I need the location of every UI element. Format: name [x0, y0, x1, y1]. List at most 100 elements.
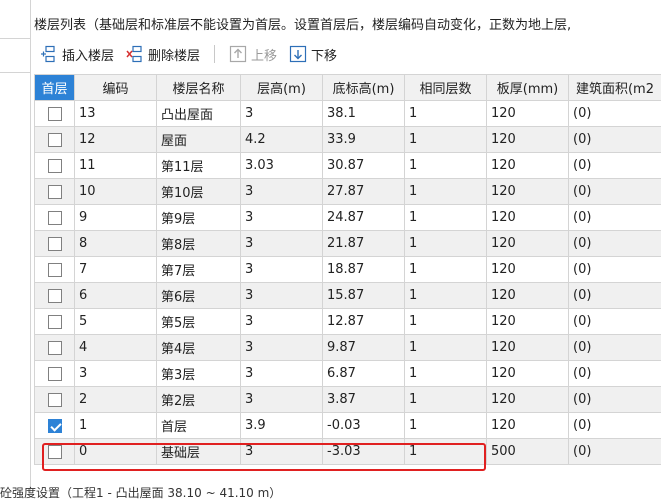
insert-floor-button[interactable]: 插入楼层: [34, 42, 120, 66]
building-area-cell[interactable]: (0): [569, 361, 661, 387]
floor-name-cell[interactable]: 第10层: [157, 179, 241, 205]
floor-name-cell[interactable]: 第4层: [157, 335, 241, 361]
first-floor-checkbox[interactable]: [48, 107, 62, 121]
floor-height-cell[interactable]: 4.2: [241, 127, 323, 153]
column-header-floor-height[interactable]: 层高(m): [241, 75, 323, 101]
floor-name-cell[interactable]: 第7层: [157, 257, 241, 283]
table-row[interactable]: 13凸出屋面338.11120(0): [35, 101, 661, 127]
same-floor-count-cell[interactable]: 1: [405, 283, 487, 309]
slab-thickness-cell[interactable]: 120: [487, 231, 569, 257]
column-header-code[interactable]: 编码: [75, 75, 157, 101]
floor-height-cell[interactable]: 3: [241, 387, 323, 413]
same-floor-count-cell[interactable]: 1: [405, 309, 487, 335]
floor-height-cell[interactable]: 3: [241, 335, 323, 361]
building-area-cell[interactable]: (0): [569, 127, 661, 153]
first-floor-checkbox[interactable]: [48, 367, 62, 381]
floor-code-cell[interactable]: 6: [75, 283, 157, 309]
first-floor-checkbox[interactable]: [48, 445, 62, 459]
column-header-first-floor[interactable]: 首层: [35, 75, 75, 101]
floor-code-cell[interactable]: 4: [75, 335, 157, 361]
first-floor-cell[interactable]: [35, 127, 75, 153]
building-area-cell[interactable]: (0): [569, 153, 661, 179]
floor-code-cell[interactable]: 8: [75, 231, 157, 257]
floor-code-cell[interactable]: 7: [75, 257, 157, 283]
slab-thickness-cell[interactable]: 120: [487, 153, 569, 179]
bottom-elevation-cell[interactable]: 21.87: [323, 231, 405, 257]
floor-code-cell[interactable]: 9: [75, 205, 157, 231]
bottom-elevation-cell[interactable]: -3.03: [323, 439, 405, 465]
table-row[interactable]: 9第9层324.871120(0): [35, 205, 661, 231]
floor-height-cell[interactable]: 3.9: [241, 413, 323, 439]
table-row[interactable]: 0基础层3-3.031500(0): [35, 439, 661, 465]
floor-code-cell[interactable]: 0: [75, 439, 157, 465]
building-area-cell[interactable]: (0): [569, 179, 661, 205]
building-area-cell[interactable]: (0): [569, 283, 661, 309]
bottom-elevation-cell[interactable]: 12.87: [323, 309, 405, 335]
floor-height-cell[interactable]: 3: [241, 205, 323, 231]
bottom-elevation-cell[interactable]: 27.87: [323, 179, 405, 205]
slab-thickness-cell[interactable]: 120: [487, 361, 569, 387]
floor-name-cell[interactable]: 基础层: [157, 439, 241, 465]
first-floor-cell[interactable]: [35, 205, 75, 231]
slab-thickness-cell[interactable]: 120: [487, 179, 569, 205]
floor-code-cell[interactable]: 2: [75, 387, 157, 413]
slab-thickness-cell[interactable]: 120: [487, 205, 569, 231]
same-floor-count-cell[interactable]: 1: [405, 257, 487, 283]
table-row[interactable]: 4第4层39.871120(0): [35, 335, 661, 361]
column-header-bottom-elevation[interactable]: 底标高(m): [323, 75, 405, 101]
first-floor-checkbox[interactable]: [48, 393, 62, 407]
floor-name-cell[interactable]: 第8层: [157, 231, 241, 257]
slab-thickness-cell[interactable]: 120: [487, 257, 569, 283]
bottom-elevation-cell[interactable]: 3.87: [323, 387, 405, 413]
slab-thickness-cell[interactable]: 120: [487, 387, 569, 413]
table-row[interactable]: 8第8层321.871120(0): [35, 231, 661, 257]
first-floor-checkbox[interactable]: [48, 289, 62, 303]
floor-height-cell[interactable]: 3: [241, 309, 323, 335]
floor-height-cell[interactable]: 3: [241, 179, 323, 205]
same-floor-count-cell[interactable]: 1: [405, 231, 487, 257]
table-row[interactable]: 2第2层33.871120(0): [35, 387, 661, 413]
same-floor-count-cell[interactable]: 1: [405, 361, 487, 387]
first-floor-cell[interactable]: [35, 257, 75, 283]
floor-height-cell[interactable]: 3: [241, 283, 323, 309]
column-header-floor-name[interactable]: 楼层名称: [157, 75, 241, 101]
first-floor-checkbox[interactable]: [48, 341, 62, 355]
same-floor-count-cell[interactable]: 1: [405, 101, 487, 127]
floor-name-cell[interactable]: 第11层: [157, 153, 241, 179]
floor-height-cell[interactable]: 3: [241, 101, 323, 127]
move-up-button[interactable]: 上移: [223, 42, 283, 66]
same-floor-count-cell[interactable]: 1: [405, 335, 487, 361]
column-header-slab-thickness[interactable]: 板厚(mm): [487, 75, 569, 101]
bottom-elevation-cell[interactable]: 38.1: [323, 101, 405, 127]
table-row[interactable]: 6第6层315.871120(0): [35, 283, 661, 309]
floor-name-cell[interactable]: 首层: [157, 413, 241, 439]
column-header-same-floor-count[interactable]: 相同层数: [405, 75, 487, 101]
slab-thickness-cell[interactable]: 120: [487, 127, 569, 153]
first-floor-cell[interactable]: [35, 101, 75, 127]
first-floor-cell[interactable]: [35, 439, 75, 465]
floor-name-cell[interactable]: 屋面: [157, 127, 241, 153]
column-header-building-area[interactable]: 建筑面积(m2: [569, 75, 661, 101]
building-area-cell[interactable]: (0): [569, 309, 661, 335]
building-area-cell[interactable]: (0): [569, 257, 661, 283]
floor-name-cell[interactable]: 第2层: [157, 387, 241, 413]
floor-height-cell[interactable]: 3: [241, 257, 323, 283]
first-floor-checkbox[interactable]: [48, 159, 62, 173]
floor-code-cell[interactable]: 11: [75, 153, 157, 179]
first-floor-cell[interactable]: [35, 283, 75, 309]
first-floor-cell[interactable]: [35, 335, 75, 361]
table-row[interactable]: 5第5层312.871120(0): [35, 309, 661, 335]
building-area-cell[interactable]: (0): [569, 387, 661, 413]
floor-height-cell[interactable]: 3: [241, 439, 323, 465]
floor-name-cell[interactable]: 第9层: [157, 205, 241, 231]
floor-name-cell[interactable]: 第6层: [157, 283, 241, 309]
bottom-elevation-cell[interactable]: 15.87: [323, 283, 405, 309]
first-floor-cell[interactable]: [35, 153, 75, 179]
first-floor-checkbox[interactable]: [48, 419, 62, 433]
table-row[interactable]: 11第11层3.0330.871120(0): [35, 153, 661, 179]
slab-thickness-cell[interactable]: 120: [487, 335, 569, 361]
first-floor-cell[interactable]: [35, 361, 75, 387]
table-row[interactable]: 7第7层318.871120(0): [35, 257, 661, 283]
floor-height-cell[interactable]: 3.03: [241, 153, 323, 179]
floor-name-cell[interactable]: 第5层: [157, 309, 241, 335]
